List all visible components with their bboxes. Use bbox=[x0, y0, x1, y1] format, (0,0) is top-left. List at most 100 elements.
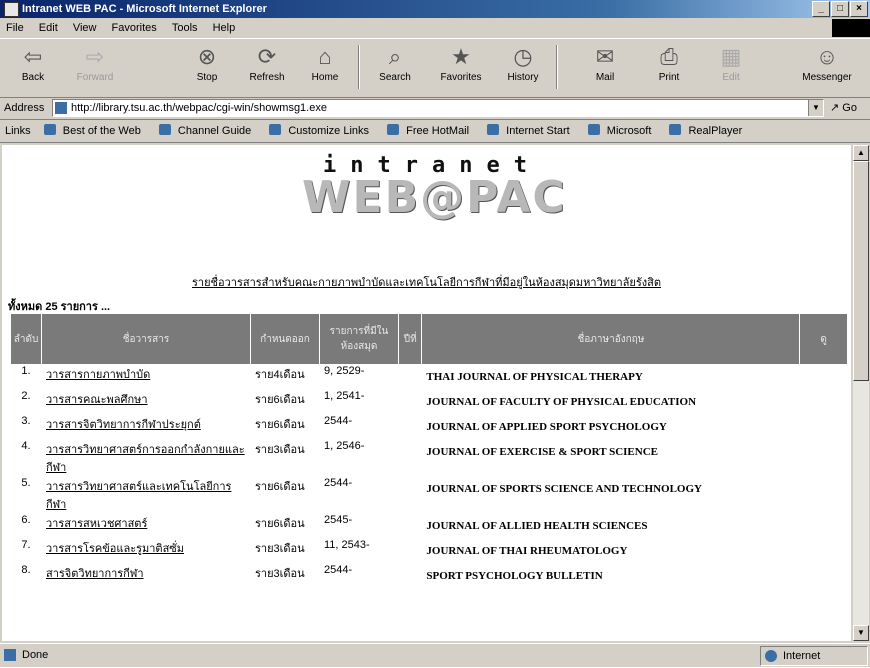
go-label: Go bbox=[842, 102, 857, 114]
journal-title-link[interactable]: วารสารวิทยาศาสตร์และเทคโนโลยีการกีฬา bbox=[46, 481, 231, 511]
vertical-scrollbar[interactable]: ▲ ▼ bbox=[853, 145, 869, 641]
minimize-button[interactable]: _ bbox=[812, 1, 830, 17]
journal-title-link[interactable]: วารสารวิทยาศาสตร์การออกกำลังกายและกีฬา bbox=[46, 444, 245, 474]
title-bar[interactable]: Intranet WEB PAC - Microsoft Internet Ex… bbox=[0, 0, 870, 18]
webpac-logo: intranet WEB@PAC bbox=[302, 153, 567, 223]
link-channel-guide[interactable]: Channel Guide bbox=[154, 120, 261, 142]
zone-label: Internet bbox=[783, 650, 821, 662]
header-year: ปีที่ bbox=[399, 314, 422, 364]
maximize-button[interactable]: □ bbox=[831, 1, 849, 17]
link-customize-links[interactable]: Customize Links bbox=[264, 120, 379, 142]
header-no: ลำดับ bbox=[11, 314, 41, 364]
scroll-down-button[interactable]: ▼ bbox=[853, 625, 869, 641]
link-label: Microsoft bbox=[606, 125, 652, 137]
logo-webpac-text: WEB@PAC bbox=[302, 172, 567, 223]
journal-table: ลำดับ ชื่อวารสาร กำหนดออก รายการที่มีในห… bbox=[10, 313, 848, 589]
table-row: 6. วารสารสหเวชศาสตร์ ราย6เดือน 2545- JOU… bbox=[11, 514, 847, 538]
menu-tools[interactable]: Tools bbox=[166, 19, 204, 37]
english-title-cell: JOURNAL OF THAI RHEUMATOLOGY bbox=[426, 545, 628, 557]
link-label: Internet Start bbox=[506, 125, 570, 137]
security-zone: Internet bbox=[760, 646, 868, 666]
page-heading-link[interactable]: รายชื่อวารสารสำหรับคณะกายภาพบำบัดและเทคโ… bbox=[2, 273, 851, 291]
table-row: 1. วารสารกายภาพบำบัด ราย4เดือน 9, 2529- … bbox=[11, 365, 847, 389]
english-title-cell: JOURNAL OF EXERCISE & SPORT SCIENCE bbox=[426, 446, 658, 458]
row-number: 7. bbox=[21, 539, 31, 551]
menu-view[interactable]: View bbox=[67, 19, 103, 37]
edit-button[interactable]: ▦ Edit bbox=[702, 41, 760, 95]
holdings-cell: 2544- bbox=[324, 564, 353, 576]
browser-window: Intranet WEB PAC - Microsoft Internet Ex… bbox=[0, 0, 870, 667]
address-bar: Address http://library.tsu.ac.th/webpac/… bbox=[0, 97, 870, 120]
menu-favorites[interactable]: Favorites bbox=[106, 19, 163, 37]
mail-button[interactable]: ✉ Mail bbox=[576, 41, 634, 95]
link-page-icon bbox=[487, 124, 500, 135]
menu-edit[interactable]: Edit bbox=[33, 19, 64, 37]
page-done-icon bbox=[4, 649, 16, 661]
link-page-icon bbox=[269, 124, 282, 135]
english-title-cell: THAI JOURNAL OF PHYSICAL THERAPY bbox=[426, 371, 643, 383]
holdings-cell: 2544- bbox=[324, 477, 353, 489]
go-button[interactable]: ↗ Go bbox=[830, 97, 857, 119]
journal-title-link[interactable]: วารสารจิตวิทยาการกีฬาประยุกต์ bbox=[46, 419, 201, 431]
link-page-icon bbox=[669, 124, 682, 135]
scroll-up-button[interactable]: ▲ bbox=[853, 145, 869, 161]
close-button[interactable]: × bbox=[850, 1, 868, 17]
back-arrow-icon: ⇦ bbox=[23, 44, 43, 69]
toolbar-separator bbox=[556, 45, 558, 89]
header-view: ดู bbox=[800, 314, 847, 364]
history-icon: ◷ bbox=[513, 44, 533, 69]
link-free-hotmail[interactable]: Free HotMail bbox=[382, 120, 479, 142]
address-input[interactable]: http://library.tsu.ac.th/webpac/cgi-win/… bbox=[52, 99, 824, 117]
frequency-cell: ราย4เดือน bbox=[255, 369, 305, 381]
table-row: 7. วารสารโรคข้อและรูมาติสซั่ม ราย3เดือน … bbox=[11, 539, 847, 563]
frequency-cell: ราย6เดือน bbox=[255, 518, 305, 530]
menu-bar: File Edit View Favorites Tools Help bbox=[0, 19, 870, 37]
back-label: Back bbox=[21, 72, 45, 83]
windows-logo bbox=[832, 19, 870, 37]
print-icon: ⎙ bbox=[660, 44, 678, 69]
link-page-icon bbox=[387, 124, 400, 135]
link-realplayer[interactable]: RealPlayer bbox=[664, 120, 752, 142]
menu-file[interactable]: File bbox=[0, 19, 30, 37]
table-body: 1. วารสารกายภาพบำบัด ราย4เดือน 9, 2529- … bbox=[11, 365, 847, 588]
link-best-of-the-web[interactable]: Best of the Web bbox=[39, 120, 151, 142]
refresh-button[interactable]: ⟳ Refresh bbox=[238, 41, 296, 95]
journal-title-link[interactable]: สารจิตวิทยาการกีฬา bbox=[46, 568, 144, 580]
table-row: 3. วารสารจิตวิทยาการกีฬาประยุกต์ ราย6เดื… bbox=[11, 415, 847, 439]
link-internet-start[interactable]: Internet Start bbox=[482, 120, 580, 142]
address-dropdown-button[interactable]: ▼ bbox=[808, 100, 823, 116]
stop-icon: ⊗ bbox=[197, 44, 217, 69]
journal-title-link[interactable]: วารสารคณะพลศึกษา bbox=[46, 394, 148, 406]
home-button[interactable]: ⌂ Home bbox=[296, 41, 354, 95]
english-title-cell: JOURNAL OF FACULTY OF PHYSICAL EDUCATION bbox=[426, 396, 697, 408]
table-row: 4. วารสารวิทยาศาสตร์การออกกำลังกายและกีฬ… bbox=[11, 440, 847, 476]
menu-help[interactable]: Help bbox=[207, 19, 242, 37]
row-number: 6. bbox=[21, 514, 31, 526]
link-label: Best of the Web bbox=[62, 125, 141, 137]
favorites-label: Favorites bbox=[440, 72, 482, 83]
row-number: 2. bbox=[21, 390, 31, 402]
english-title-cell: JOURNAL OF APPLIED SPORT PSYCHOLOGY bbox=[426, 421, 667, 433]
link-microsoft[interactable]: Microsoft bbox=[583, 120, 662, 142]
favorites-button[interactable]: ★ Favorites bbox=[432, 41, 490, 95]
print-label: Print bbox=[658, 72, 680, 83]
journal-title-link[interactable]: วารสารโรคข้อและรูมาติสซั่ม bbox=[46, 543, 184, 555]
journal-title-link[interactable]: วารสารกายภาพบำบัด bbox=[46, 369, 150, 381]
search-button[interactable]: ⌕ Search bbox=[366, 41, 424, 95]
forward-arrow-icon: ⇨ bbox=[85, 44, 105, 69]
messenger-button[interactable]: ☺ Messenger bbox=[792, 41, 862, 95]
link-label: RealPlayer bbox=[688, 125, 743, 137]
edit-label: Edit bbox=[722, 72, 740, 83]
scroll-thumb[interactable] bbox=[853, 161, 869, 381]
row-number: 8. bbox=[21, 564, 31, 576]
history-button[interactable]: ◷ History bbox=[494, 41, 552, 95]
header-holdings: รายการที่มีในห้องสมุด bbox=[320, 314, 398, 364]
refresh-label: Refresh bbox=[249, 72, 285, 83]
back-button[interactable]: ⇦ Back bbox=[4, 41, 62, 95]
print-button[interactable]: ⎙ Print bbox=[640, 41, 698, 95]
english-title-cell: JOURNAL OF SPORTS SCIENCE AND TECHNOLOGY bbox=[426, 483, 702, 495]
address-url: http://library.tsu.ac.th/webpac/cgi-win/… bbox=[71, 102, 327, 114]
stop-button[interactable]: ⊗ Stop bbox=[178, 41, 236, 95]
forward-button[interactable]: ⇨ Forward bbox=[66, 41, 124, 95]
journal-title-link[interactable]: วารสารสหเวชศาสตร์ bbox=[46, 518, 147, 530]
